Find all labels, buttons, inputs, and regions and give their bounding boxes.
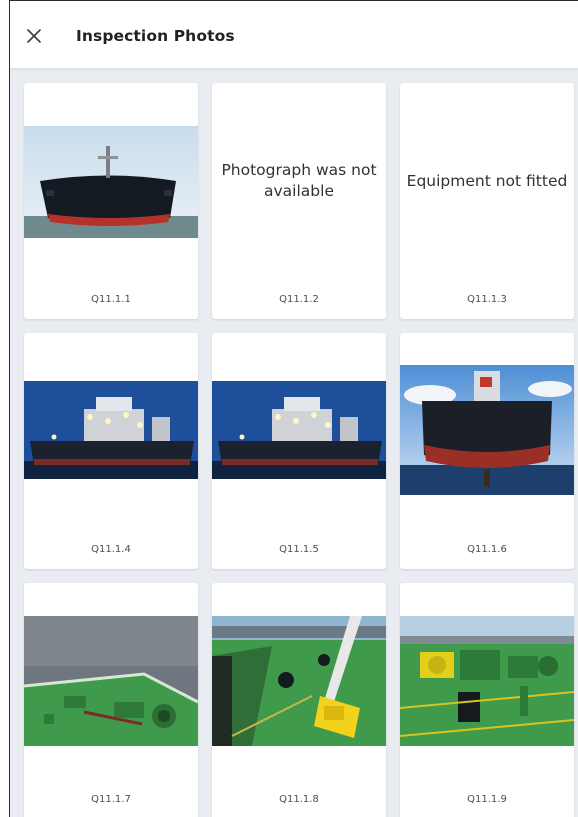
photo-deck-crane [212, 616, 386, 746]
photo-card-q11-1-1[interactable]: Q11.1.1 [24, 83, 198, 319]
photo-card-q11-1-5[interactable]: Q11.1.5 [212, 333, 386, 569]
photo-label: Q11.1.8 [279, 794, 319, 805]
photo-label: Q11.1.5 [279, 544, 319, 555]
photo-label: Q11.1.6 [467, 544, 507, 555]
photo-card-q11-1-9[interactable]: Q11.1.9 [400, 583, 574, 817]
close-button[interactable] [24, 26, 44, 46]
photo-label: Q11.1.1 [91, 294, 131, 305]
photo-ship-night [24, 381, 198, 479]
photo-ship-bow [24, 126, 198, 238]
header-bar: Inspection Photos [10, 1, 578, 68]
photo-card-q11-1-3[interactable]: Equipment not fitted Q11.1.3 [400, 83, 574, 319]
photo-bow-deck [24, 616, 198, 746]
photo-label: Q11.1.7 [91, 794, 131, 805]
photo-ship-stern [400, 365, 574, 495]
photo-card-q11-1-4[interactable]: Q11.1.4 [24, 333, 198, 569]
photo-label: Q11.1.2 [279, 294, 319, 305]
not-fitted-message: Equipment not fitted [406, 171, 568, 190]
photo-mooring-winches [400, 616, 574, 746]
photo-card-q11-1-7[interactable]: Q11.1.7 [24, 583, 198, 817]
photo-label: Q11.1.3 [467, 294, 507, 305]
close-icon [27, 29, 41, 43]
unavailable-message: Photograph was not available [221, 161, 377, 200]
photos-window: Inspection Photos Q11.1.1 Photograph was… [9, 0, 578, 817]
photo-ship-night [212, 381, 386, 479]
photo-card-q11-1-8[interactable]: Q11.1.8 [212, 583, 386, 817]
page-title: Inspection Photos [76, 27, 235, 45]
photo-label: Q11.1.9 [467, 794, 507, 805]
photo-card-q11-1-6[interactable]: Q11.1.6 [400, 333, 574, 569]
photo-label: Q11.1.4 [91, 544, 131, 555]
photo-card-q11-1-2[interactable]: Photograph was not available Q11.1.2 [212, 83, 386, 319]
